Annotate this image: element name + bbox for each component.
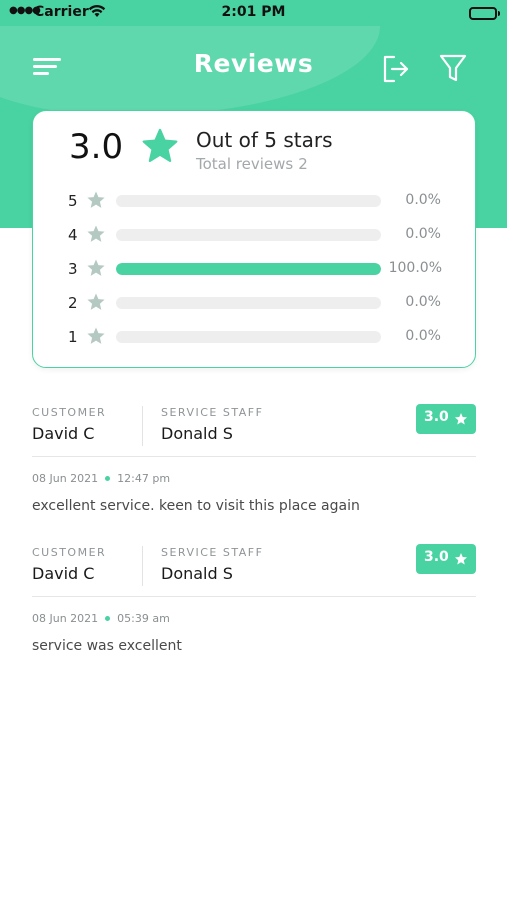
separator-dot bbox=[105, 616, 111, 621]
rating-badge-value: 3.0 bbox=[424, 409, 449, 425]
rating-row-percent: 0.0% bbox=[405, 226, 441, 242]
rating-badge-value: 3.0 bbox=[424, 549, 449, 565]
review-timestamp: 08 Jun 2021 12:47 pm bbox=[32, 472, 170, 485]
review-item[interactable]: CUSTOMER David C SERVICE STAFF Donald S … bbox=[32, 544, 476, 666]
star-icon bbox=[454, 413, 468, 425]
rating-bar-fill bbox=[116, 263, 381, 275]
divider bbox=[142, 546, 143, 586]
review-customer: CUSTOMER David C bbox=[32, 546, 106, 583]
rating-row-percent: 0.0% bbox=[405, 294, 441, 310]
rating-row-3: 3 100.0% bbox=[33, 257, 477, 281]
star-icon bbox=[87, 327, 105, 344]
rating-row-percent: 100.0% bbox=[388, 260, 442, 276]
review-comment: excellent service. keen to visit this pl… bbox=[32, 498, 360, 514]
rating-row-1: 1 0.0% bbox=[33, 325, 477, 349]
star-icon bbox=[87, 191, 105, 208]
review-comment: service was excellent bbox=[32, 638, 182, 654]
staff-label: SERVICE STAFF bbox=[161, 406, 264, 419]
logout-icon bbox=[383, 55, 409, 83]
rating-row-stars: 1 bbox=[68, 328, 78, 346]
rating-bar bbox=[116, 195, 381, 207]
review-date: 08 Jun 2021 bbox=[32, 612, 99, 625]
divider bbox=[32, 456, 476, 457]
review-time: 05:39 am bbox=[117, 612, 170, 625]
separator-dot bbox=[105, 476, 111, 481]
rating-bar bbox=[116, 263, 381, 275]
divider bbox=[142, 406, 143, 446]
logout-button[interactable] bbox=[380, 53, 412, 85]
filter-icon bbox=[439, 54, 467, 82]
total-reviews-count: 2 bbox=[298, 155, 308, 173]
star-icon bbox=[454, 553, 468, 565]
rating-row-4: 4 0.0% bbox=[33, 223, 477, 247]
battery-icon bbox=[469, 7, 500, 20]
divider bbox=[32, 596, 476, 597]
total-reviews: Total reviews 2 bbox=[196, 155, 308, 173]
star-icon bbox=[142, 128, 178, 162]
filter-button[interactable] bbox=[438, 52, 468, 84]
rating-badge: 3.0 bbox=[416, 404, 476, 434]
page-title: Reviews bbox=[193, 49, 314, 78]
staff-name: Donald S bbox=[161, 564, 233, 583]
review-item[interactable]: CUSTOMER David C SERVICE STAFF Donald S … bbox=[32, 404, 476, 526]
total-reviews-label: Total reviews bbox=[196, 155, 294, 173]
out-of-label: Out of 5 stars bbox=[196, 128, 333, 152]
status-bar: ●●●● Carrier 2:01 PM bbox=[0, 0, 507, 26]
review-time: 12:47 pm bbox=[117, 472, 171, 485]
rating-row-stars: 4 bbox=[68, 226, 78, 244]
rating-summary-card: 3.0 Out of 5 stars Total reviews 2 5 0.0%… bbox=[32, 110, 476, 368]
rating-row-percent: 0.0% bbox=[405, 328, 441, 344]
staff-label: SERVICE STAFF bbox=[161, 546, 264, 559]
clock: 2:01 PM bbox=[221, 4, 286, 20]
staff-name: Donald S bbox=[161, 424, 233, 443]
navigation-bar: Reviews bbox=[0, 40, 507, 90]
rating-bar bbox=[116, 297, 381, 309]
review-staff: SERVICE STAFF Donald S bbox=[161, 546, 263, 583]
star-icon bbox=[87, 225, 105, 242]
star-icon bbox=[87, 259, 105, 276]
customer-label: CUSTOMER bbox=[32, 546, 107, 559]
rating-row-stars: 5 bbox=[68, 192, 78, 210]
rating-row-stars: 2 bbox=[68, 294, 78, 312]
customer-name: David C bbox=[32, 564, 95, 583]
rating-row-percent: 0.0% bbox=[405, 192, 441, 208]
rating-bar bbox=[116, 331, 381, 343]
average-rating: 3.0 bbox=[69, 127, 124, 167]
rating-row-5: 5 0.0% bbox=[33, 189, 477, 213]
rating-bar bbox=[116, 229, 381, 241]
review-timestamp: 08 Jun 2021 05:39 am bbox=[32, 612, 170, 625]
customer-label: CUSTOMER bbox=[32, 406, 107, 419]
rating-row-stars: 3 bbox=[68, 260, 78, 278]
review-staff: SERVICE STAFF Donald S bbox=[161, 406, 263, 443]
review-customer: CUSTOMER David C bbox=[32, 406, 106, 443]
rating-row-2: 2 0.0% bbox=[33, 291, 477, 315]
rating-badge: 3.0 bbox=[416, 544, 476, 574]
customer-name: David C bbox=[32, 424, 95, 443]
review-date: 08 Jun 2021 bbox=[32, 472, 99, 485]
star-icon bbox=[87, 293, 105, 310]
